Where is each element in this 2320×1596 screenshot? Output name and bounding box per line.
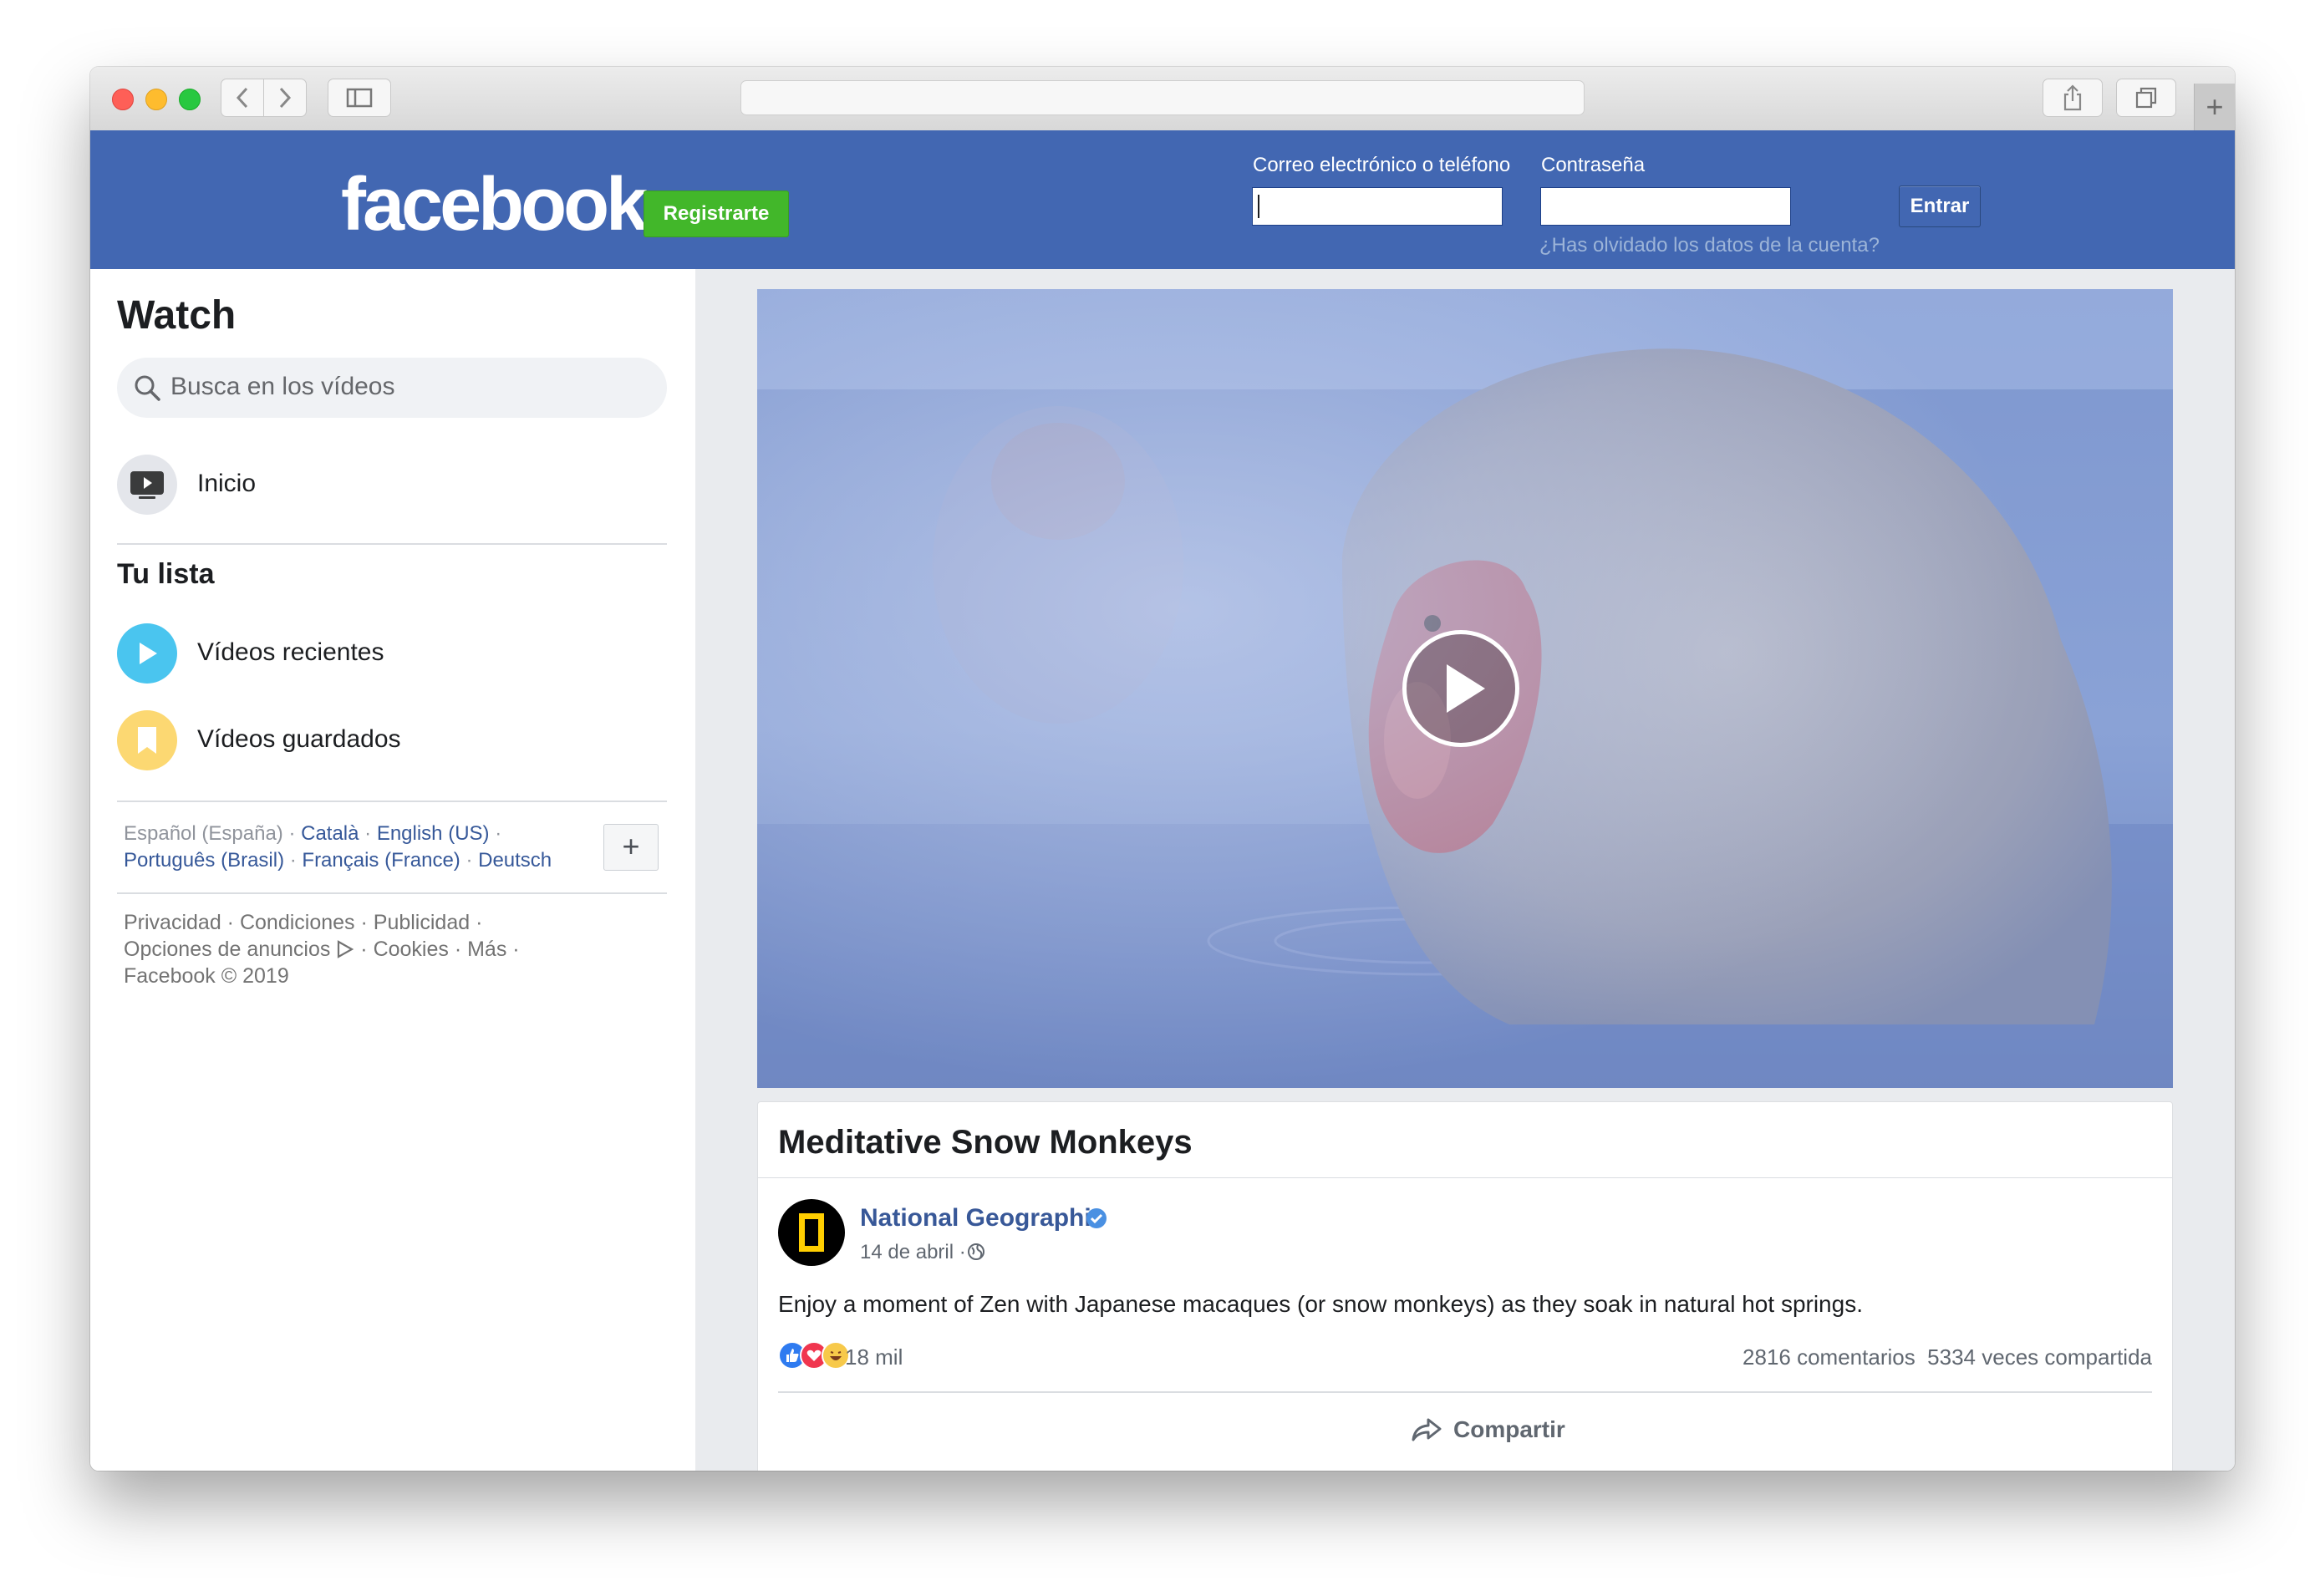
divider bbox=[758, 1177, 2172, 1178]
page-avatar[interactable] bbox=[778, 1199, 845, 1266]
browser-window: + facebook Registrarte Correo electrónic… bbox=[90, 67, 2235, 1471]
sidebar-toggle-button[interactable] bbox=[328, 79, 391, 117]
bookmark-icon bbox=[117, 710, 177, 770]
facebook-header: facebook Registrarte Correo electrónico … bbox=[90, 130, 2235, 270]
signup-button[interactable]: Registrarte bbox=[644, 191, 789, 237]
share-page-button[interactable] bbox=[2043, 79, 2103, 117]
browser-toolbar: + bbox=[90, 67, 2235, 131]
zoom-window-button[interactable] bbox=[179, 89, 201, 110]
divider bbox=[117, 801, 667, 802]
language-link-catala[interactable]: Català bbox=[301, 822, 359, 845]
reactions-count[interactable]: 18 mil bbox=[845, 1344, 903, 1370]
video-title[interactable]: Meditative Snow Monkeys bbox=[778, 1124, 1193, 1161]
cookies-link[interactable]: Cookies bbox=[374, 938, 449, 961]
sidebar-item-home[interactable]: Inicio bbox=[117, 455, 667, 515]
watch-title: Watch bbox=[117, 293, 237, 338]
play-icon bbox=[1447, 664, 1485, 713]
language-link-deutsch[interactable]: Deutsch bbox=[478, 849, 552, 872]
video-player[interactable] bbox=[757, 289, 2173, 1088]
search-placeholder: Busca en los vídeos bbox=[170, 373, 395, 400]
language-link-portugues[interactable]: Português (Brasil) bbox=[124, 849, 284, 872]
more-link[interactable]: Más bbox=[467, 938, 506, 961]
text-caret bbox=[1258, 195, 1259, 218]
engagement-stats: 2816 comentarios 5334 veces compartida bbox=[1743, 1344, 2152, 1370]
divider bbox=[117, 892, 667, 894]
comments-count[interactable]: 2816 comentarios bbox=[1743, 1344, 1916, 1370]
advertising-link[interactable]: Publicidad bbox=[374, 911, 470, 934]
sidebar-item-label: Vídeos guardados bbox=[197, 725, 401, 753]
language-link-english[interactable]: English (US) bbox=[377, 822, 490, 845]
back-button[interactable] bbox=[221, 79, 264, 117]
minimize-window-button[interactable] bbox=[145, 89, 167, 110]
privacy-link[interactable]: Privacidad bbox=[124, 911, 221, 934]
login-button[interactable]: Entrar bbox=[1899, 186, 1981, 227]
share-arrow-icon bbox=[1412, 1418, 1442, 1441]
new-tab-button[interactable]: + bbox=[2194, 84, 2235, 130]
watch-sidebar: Watch Busca en los vídeos Inicio Tu list… bbox=[90, 269, 695, 1471]
video-description: Enjoy a moment of Zen with Japanese maca… bbox=[778, 1291, 1863, 1317]
search-icon bbox=[135, 375, 160, 401]
sidebar-icon bbox=[346, 88, 373, 108]
email-label: Correo electrónico o teléfono bbox=[1253, 154, 1511, 176]
divider bbox=[778, 1391, 2152, 1393]
page-name-link[interactable]: National Geographic bbox=[860, 1204, 1105, 1233]
ad-choices-icon bbox=[338, 940, 354, 958]
sidebar-item-label: Vídeos recientes bbox=[197, 638, 384, 666]
footer-links: Privacidad · Condiciones · Publicidad · … bbox=[124, 911, 520, 988]
address-bar[interactable] bbox=[740, 80, 1585, 115]
national-geographic-logo bbox=[799, 1213, 824, 1252]
video-info-card: Meditative Snow Monkeys National Geograp… bbox=[757, 1101, 2173, 1471]
sidebar-item-saved-videos[interactable]: Vídeos guardados bbox=[117, 710, 667, 770]
current-language: Español (España) bbox=[124, 822, 283, 845]
post-date[interactable]: 14 de abril · bbox=[860, 1241, 966, 1264]
chevron-right-icon bbox=[279, 87, 292, 109]
close-window-button[interactable] bbox=[112, 89, 134, 110]
facebook-logo[interactable]: facebook bbox=[341, 167, 648, 242]
password-label: Contraseña bbox=[1541, 154, 1646, 176]
add-language-button[interactable]: + bbox=[603, 824, 659, 871]
chevron-left-icon bbox=[236, 87, 248, 109]
share-icon bbox=[2063, 84, 2082, 111]
globe-icon bbox=[968, 1243, 984, 1260]
verified-badge-icon bbox=[1086, 1208, 1107, 1228]
divider bbox=[117, 543, 667, 545]
copyright: Facebook © 2019 bbox=[124, 964, 289, 988]
forward-button[interactable] bbox=[263, 79, 307, 117]
forgot-account-link[interactable]: ¿Has olvidado los datos de la cuenta? bbox=[1539, 234, 1880, 257]
tabs-icon bbox=[2135, 87, 2157, 109]
share-label: Compartir bbox=[1453, 1416, 1565, 1442]
video-search-input[interactable]: Busca en los vídeos bbox=[117, 358, 667, 418]
language-list: Español (España) · Català · English (US)… bbox=[124, 822, 552, 872]
play-icon bbox=[117, 623, 177, 684]
tabs-overview-button[interactable] bbox=[2116, 79, 2176, 117]
email-field[interactable] bbox=[1252, 187, 1503, 226]
watch-main: Meditative Snow Monkeys National Geograp… bbox=[695, 269, 2235, 1471]
sidebar-item-label: Inicio bbox=[197, 470, 257, 497]
sidebar-item-recent-videos[interactable]: Vídeos recientes bbox=[117, 623, 667, 684]
play-button[interactable] bbox=[1402, 630, 1519, 747]
password-field[interactable] bbox=[1540, 187, 1791, 226]
language-link-francais[interactable]: Français (France) bbox=[302, 849, 460, 872]
shares-count[interactable]: 5334 veces compartida bbox=[1927, 1344, 2152, 1370]
terms-link[interactable]: Condiciones bbox=[240, 911, 355, 934]
your-list-heading: Tu lista bbox=[117, 558, 215, 590]
ad-choices-link[interactable]: Opciones de anuncios bbox=[124, 938, 330, 961]
tv-icon bbox=[117, 455, 177, 515]
